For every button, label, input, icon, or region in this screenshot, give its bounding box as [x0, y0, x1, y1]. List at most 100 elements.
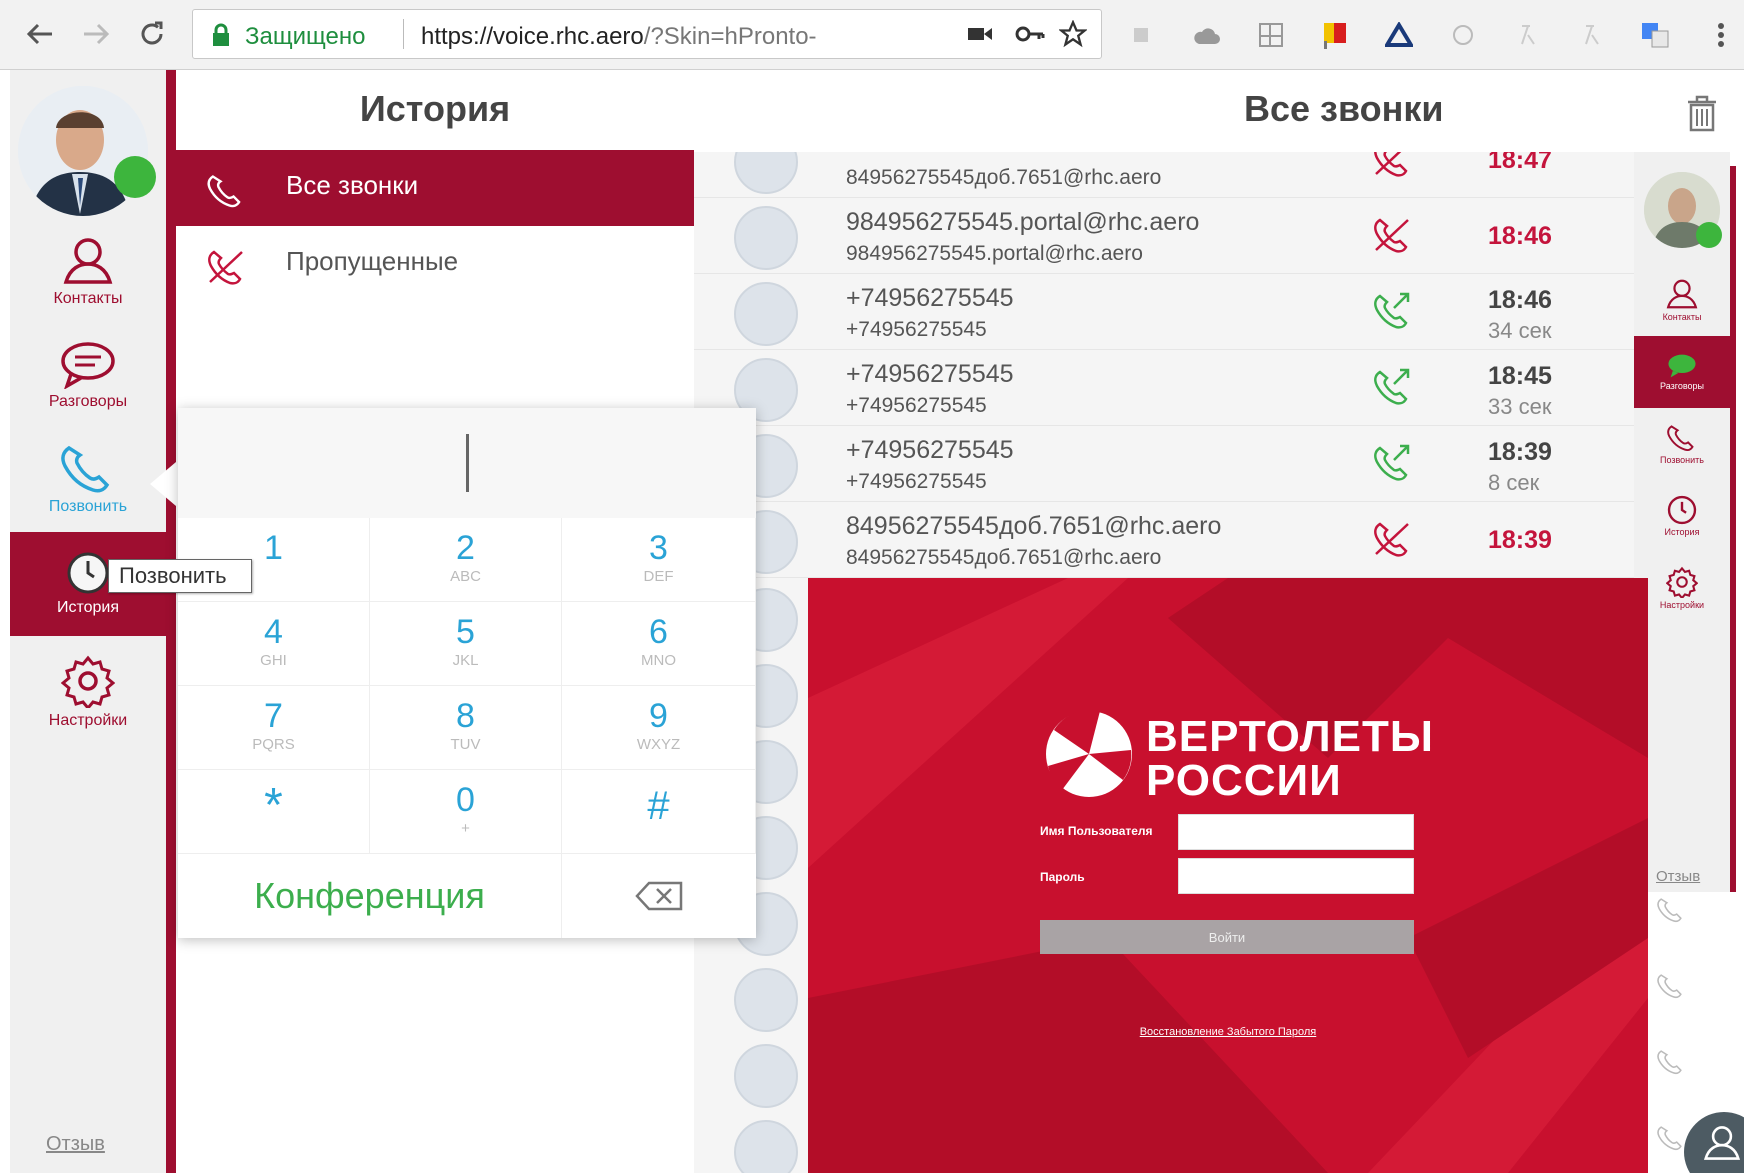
login-button[interactable]: Войти: [1040, 920, 1414, 954]
reload-icon[interactable]: [132, 14, 172, 54]
call-time: 18:46: [1488, 222, 1552, 250]
circle-icon[interactable]: [1448, 20, 1478, 50]
translate-icon[interactable]: [1640, 20, 1670, 50]
phone-icon: [206, 172, 246, 210]
sidebar-item-call[interactable]: Позвонить: [10, 432, 166, 528]
history-filter-all[interactable]: Все звонки: [176, 150, 694, 226]
phone-icon: [1656, 1048, 1686, 1076]
call-row[interactable]: +74956275545 +74956275545 18:39 8 сек: [694, 426, 1634, 502]
dial-key[interactable]: 6 MNO: [562, 602, 756, 686]
cloud-icon[interactable]: [1192, 20, 1222, 50]
call-duration: 34 сек: [1488, 318, 1552, 343]
contacts-fab[interactable]: [1684, 1112, 1744, 1173]
forgot-password-link[interactable]: Восстановление Забытого Пароля: [808, 1026, 1648, 1038]
address-bar[interactable]: Защищено https://voice.rhc.aero/?Skin=hP…: [192, 9, 1102, 59]
screen: Защищено https://voice.rhc.aero/?Skin=hP…: [0, 0, 1744, 1173]
dial-key[interactable]: 8 TUV: [370, 686, 562, 770]
extension-icon[interactable]: [1126, 20, 1156, 50]
call-time: 18:39: [1488, 526, 1552, 554]
history-filter-label: Все звонки: [286, 170, 419, 200]
sidebar-item-contacts[interactable]: Контакты: [10, 224, 166, 320]
menu-dots-icon[interactable]: [1706, 20, 1736, 50]
mini-item-settings[interactable]: Настройки: [1634, 552, 1730, 624]
call-row[interactable]: 84956275545доб.7651@rhc.aero 84956275545…: [694, 502, 1634, 578]
dial-key[interactable]: 2 ABC: [370, 518, 562, 602]
dial-key[interactable]: 4 GHI: [178, 602, 370, 686]
trash-icon[interactable]: [1684, 94, 1720, 132]
back-icon[interactable]: [20, 14, 60, 54]
yandex-icon[interactable]: [1512, 20, 1542, 50]
flag-icon[interactable]: [1320, 20, 1350, 50]
call-name: +74956275545: [846, 436, 1014, 464]
dial-number-input[interactable]: [178, 408, 756, 518]
mini-item-label: История: [1664, 527, 1700, 537]
contact-avatar-placeholder: [734, 206, 798, 270]
dial-key[interactable]: 0 +: [370, 770, 562, 854]
call-name: 84956275545доб.7651@rhc.aero: [846, 512, 1222, 540]
chat-icon: [59, 341, 117, 389]
delta-icon[interactable]: [1384, 20, 1414, 50]
dial-key-letters: TUV: [450, 736, 481, 753]
dial-key-letters: +: [461, 820, 470, 837]
call-address: +74956275545: [846, 394, 987, 417]
call-address: 84956275545доб.7651@rhc.aero: [846, 546, 1162, 569]
mini-item-conversations[interactable]: Разговоры: [1634, 336, 1730, 408]
mini-item-call[interactable]: Позвонить: [1634, 408, 1730, 480]
address-separator: [403, 19, 404, 49]
call-address: 84956275545доб.7651@rhc.aero: [846, 166, 1162, 189]
sidebar-item-label: Настройки: [48, 712, 128, 729]
url-text[interactable]: https://voice.rhc.aero/?Skin=hPronto-: [421, 23, 817, 51]
sidebar-item-conversations[interactable]: Разговоры: [10, 328, 166, 424]
phone-icon: [1666, 423, 1698, 453]
username-label: Имя Пользователя: [1040, 824, 1153, 838]
password-input[interactable]: [1178, 858, 1414, 894]
dial-key-digit: 3: [649, 529, 668, 567]
brand-name-line1: ВЕРТОЛЕТЫ: [1146, 712, 1434, 761]
gear-icon: [1666, 566, 1698, 598]
call-duration: 33 сек: [1488, 394, 1552, 419]
phone-icon: [1656, 896, 1686, 924]
calls-header: Все звонки: [694, 70, 1716, 152]
conference-button[interactable]: Конференция: [178, 854, 562, 938]
dial-key-letters: GHI: [260, 652, 287, 669]
dial-key[interactable]: 7 PQRS: [178, 686, 370, 770]
dial-key-digit: 9: [649, 697, 668, 735]
sidebar-item-settings[interactable]: Настройки: [10, 644, 166, 740]
calls-title: Все звонки: [1244, 88, 1444, 129]
dial-key-star[interactable]: *: [178, 770, 370, 854]
contact-avatar-placeholder: [734, 1044, 798, 1108]
backspace-button[interactable]: [562, 854, 756, 938]
feedback-link[interactable]: Отзыв: [1656, 868, 1700, 885]
call-row[interactable]: +74956275545 +74956275545 18:46 34 сек: [694, 274, 1634, 350]
camera-icon[interactable]: [967, 24, 993, 44]
phone-icon: [59, 444, 117, 494]
dial-key[interactable]: 9 WXYZ: [562, 686, 756, 770]
feedback-link[interactable]: Отзыв: [46, 1133, 105, 1156]
call-row[interactable]: 84956275545доб.7651@rhc.aero 18:47: [694, 152, 1634, 198]
call-row[interactable]: 984956275545.portal@rhc.aero 98495627554…: [694, 198, 1634, 274]
username-input[interactable]: [1178, 814, 1414, 850]
call-time: 18:39: [1488, 438, 1552, 466]
dial-key-hash[interactable]: #: [562, 770, 756, 854]
dial-key[interactable]: 3 DEF: [562, 518, 756, 602]
company-logo-icon: [1044, 708, 1134, 800]
tooltip: Позвонить: [108, 559, 252, 593]
yandex-icon[interactable]: [1576, 20, 1606, 50]
dial-key-digit: 7: [264, 697, 283, 735]
missed-call-icon: [206, 248, 246, 286]
key-icon[interactable]: [1015, 24, 1045, 44]
forward-icon[interactable]: [76, 14, 116, 54]
bookmark-star-icon[interactable]: [1059, 20, 1087, 48]
brand-name-line2: РОССИИ: [1146, 756, 1342, 805]
mini-item-history[interactable]: История: [1634, 480, 1730, 552]
dial-key[interactable]: 5 JKL: [370, 602, 562, 686]
call-address: +74956275545: [846, 318, 987, 341]
call-row[interactable]: +74956275545 +74956275545 18:45 33 сек: [694, 350, 1634, 426]
extension-icon[interactable]: [1256, 20, 1286, 50]
clock-icon: [66, 551, 110, 595]
mini-sidebar: Контакты Разговоры Позвонить История Нас…: [1634, 152, 1730, 892]
history-filter-missed[interactable]: Пропущенные: [176, 226, 694, 302]
contact-avatar-placeholder: [734, 1120, 798, 1173]
mini-item-contacts[interactable]: Контакты: [1634, 264, 1730, 336]
sidebar-item-label: Разговоры: [48, 393, 128, 410]
